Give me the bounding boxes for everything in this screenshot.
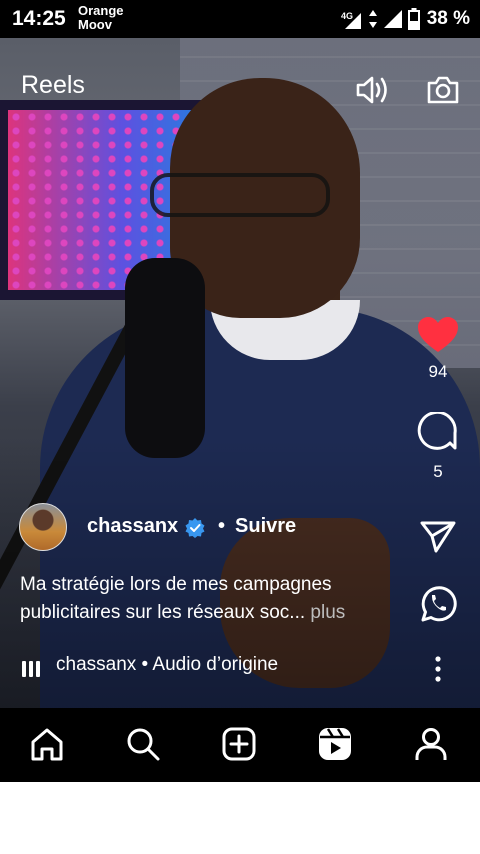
whatsapp-share-button[interactable] xyxy=(414,585,462,623)
clock: 14:25 xyxy=(12,7,66,30)
carrier-line-1: Orange xyxy=(78,3,124,18)
data-arrows-icon xyxy=(368,10,377,28)
comment-icon xyxy=(417,412,457,450)
home-icon[interactable] xyxy=(29,726,65,762)
follow-button[interactable]: Suivre xyxy=(218,515,296,538)
network-4g-icon: 4G xyxy=(341,11,361,29)
caption-more-link[interactable]: plus xyxy=(305,602,345,623)
caption-line-1: Ma stratégie lors de mes campagnes xyxy=(20,574,332,595)
whatsapp-icon xyxy=(421,586,457,622)
avatar[interactable] xyxy=(19,503,67,551)
heart-icon xyxy=(418,317,458,352)
carrier-line-2: Moov xyxy=(78,17,112,32)
send-icon xyxy=(420,521,456,553)
network-label: 4G xyxy=(341,11,353,21)
signal-icon xyxy=(383,10,402,28)
battery-icon xyxy=(407,8,420,30)
camera-icon[interactable] xyxy=(425,72,461,108)
speaker-icon[interactable] xyxy=(354,72,390,108)
share-button[interactable] xyxy=(414,519,462,555)
caption-line-2: publicitaires sur les réseaux soc... xyxy=(20,602,306,623)
username[interactable]: chassanx xyxy=(87,515,178,538)
audio-label[interactable]: chassanx • Audio d’origine xyxy=(56,654,278,676)
profile-icon[interactable] xyxy=(413,726,449,762)
battery-level: 38 % xyxy=(426,8,470,29)
carrier-label: Orange Moov xyxy=(78,4,124,32)
blank-area xyxy=(0,782,480,854)
comment-button[interactable]: 5 xyxy=(414,412,462,482)
verified-badge-icon xyxy=(185,518,205,538)
reels-icon[interactable] xyxy=(317,726,353,762)
bottom-nav xyxy=(0,708,480,782)
search-icon[interactable] xyxy=(125,726,161,762)
like-count: 94 xyxy=(428,362,448,381)
page-title: Reels xyxy=(21,71,85,99)
caption[interactable]: Ma stratégie lors de mes campagnes publi… xyxy=(20,571,400,627)
status-icons: 4G 38 % xyxy=(341,7,470,31)
video-microphone xyxy=(125,258,205,458)
more-vertical-icon[interactable] xyxy=(432,656,444,682)
status-bar: 14:25 Orange Moov 4G 38 % xyxy=(0,0,480,38)
create-icon[interactable] xyxy=(221,726,257,762)
comment-count: 5 xyxy=(433,462,443,481)
like-button[interactable]: 94 xyxy=(414,316,462,382)
video-person-glasses xyxy=(150,173,330,217)
audio-bars-icon xyxy=(22,659,40,677)
